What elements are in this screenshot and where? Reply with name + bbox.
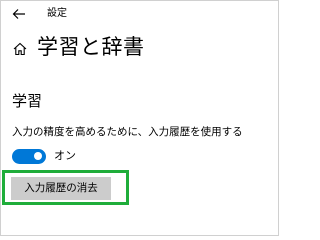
- arrow-left-icon: [12, 8, 26, 20]
- toggle-state-label: オン: [54, 149, 76, 162]
- clear-input-history-button[interactable]: 入力履歴の消去: [11, 177, 111, 200]
- learning-toggle[interactable]: [12, 148, 46, 164]
- page-title: 学習と辞書: [37, 35, 145, 59]
- home-icon: [13, 41, 27, 56]
- setting-description: 入力の精度を高めるために、入力履歴を使用する: [12, 126, 243, 138]
- toggle-knob: [34, 152, 42, 160]
- back-button[interactable]: [10, 6, 28, 22]
- window-title: 設定: [47, 8, 67, 19]
- section-heading: 学習: [12, 92, 43, 110]
- toggle-row: オン: [12, 148, 76, 164]
